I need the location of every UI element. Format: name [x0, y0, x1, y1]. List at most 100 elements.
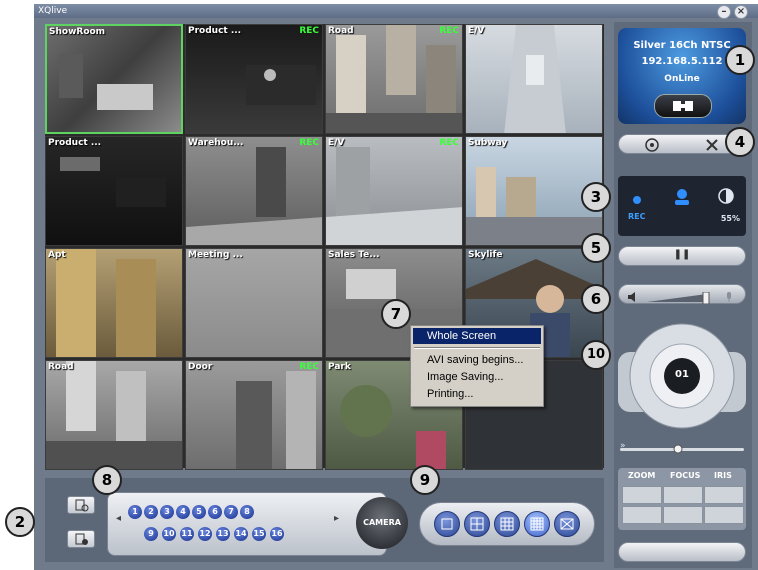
- menu-item-avi-saving[interactable]: AVI saving begins...: [413, 352, 541, 368]
- tools-icon[interactable]: [705, 137, 719, 156]
- callout-marker: 5: [581, 233, 611, 263]
- iris-open-button[interactable]: [704, 486, 744, 504]
- camera-image: [246, 65, 316, 105]
- setup-button[interactable]: [67, 530, 95, 548]
- search-playback-button[interactable]: [67, 496, 95, 514]
- camera-name: Product ...: [188, 26, 242, 36]
- camera-button[interactable]: CAMERA: [356, 497, 408, 549]
- channel-button[interactable]: 15: [252, 527, 266, 541]
- layout-icon[interactable]: [464, 511, 490, 537]
- ptz-joystick-icon[interactable]: 01: [618, 322, 746, 430]
- callout-marker: 1: [725, 45, 755, 75]
- camera-tile-7[interactable]: E/V REC: [325, 136, 463, 246]
- focus-far-button[interactable]: [663, 506, 703, 524]
- channel-button[interactable]: 11: [180, 527, 194, 541]
- device-info-panel: Silver 16Ch NTSC 192.168.5.112 OnLine: [618, 28, 746, 124]
- camera-image: [60, 157, 166, 207]
- camera-tile-5[interactable]: Product ...: [45, 136, 183, 246]
- camera-name: Product ...: [48, 138, 102, 148]
- layout-selector: [419, 502, 595, 546]
- camera-tile-1[interactable]: ShowRoom: [45, 24, 183, 134]
- camera-tile-6[interactable]: Warehou... REC: [185, 136, 323, 246]
- speaker-icon[interactable]: [627, 288, 639, 307]
- scroll-right-icon[interactable]: ▸: [334, 513, 339, 524]
- channel-button[interactable]: 1: [128, 505, 142, 519]
- channel-button[interactable]: 10: [162, 527, 176, 541]
- speed-slider[interactable]: »: [618, 438, 746, 454]
- layout-icon[interactable]: [434, 511, 460, 537]
- disk-usage-icon: [718, 188, 734, 208]
- channel-button[interactable]: 2: [144, 505, 158, 519]
- rec-indicator: REC: [299, 26, 319, 36]
- camera-image: [504, 25, 566, 133]
- menu-item-image-saving[interactable]: Image Saving...: [413, 369, 541, 385]
- camera-tile-14[interactable]: Door REC: [185, 360, 323, 470]
- channel-selector: ◂ ▸ 1 2 3 4 5 6 7 8 9 10 11 12 13 14 15 …: [107, 492, 408, 556]
- menu-item-printing[interactable]: Printing...: [413, 386, 541, 402]
- channel-button[interactable]: 8: [240, 505, 254, 519]
- connect-icon[interactable]: [654, 94, 712, 118]
- preset-bar[interactable]: [618, 542, 746, 562]
- app-window: XQlive – × ShowRoom Product ... REC Road…: [34, 4, 758, 570]
- layout-icon[interactable]: [554, 511, 580, 537]
- channel-button[interactable]: 7: [224, 505, 238, 519]
- camera-image: [236, 371, 316, 469]
- focus-label: FOCUS: [670, 471, 701, 480]
- channel-button[interactable]: 6: [208, 505, 222, 519]
- focus-near-button[interactable]: [663, 486, 703, 504]
- title-bar: XQlive – ×: [34, 4, 758, 19]
- callout-marker: 9: [410, 465, 440, 495]
- disk-usage-percent: 55%: [720, 214, 740, 223]
- callout-marker: 10: [581, 340, 611, 370]
- camera-tile-9[interactable]: Apt: [45, 248, 183, 358]
- rec-indicator: REC: [439, 26, 459, 36]
- channel-button[interactable]: 12: [198, 527, 212, 541]
- channel-button[interactable]: 16: [270, 527, 284, 541]
- zoom-in-button[interactable]: [622, 486, 662, 504]
- rec-indicator: REC: [299, 362, 319, 372]
- channel-button[interactable]: 13: [216, 527, 230, 541]
- camera-name: E/V: [328, 138, 345, 148]
- bottom-toolbar: ◂ ▸ 1 2 3 4 5 6 7 8 9 10 11 12 13 14 15 …: [45, 478, 604, 562]
- camera-image: [326, 25, 462, 133]
- layout-icon[interactable]: [494, 511, 520, 537]
- channel-button[interactable]: 3: [160, 505, 174, 519]
- iris-label: IRIS: [714, 471, 732, 480]
- status-panel: REC 55%: [618, 176, 746, 236]
- audio-bar: [618, 284, 746, 307]
- layout-icon[interactable]: [524, 511, 550, 537]
- channel-button[interactable]: 9: [144, 527, 158, 541]
- close-icon[interactable]: ×: [734, 5, 748, 19]
- user-icon: [674, 188, 690, 210]
- device-name: Silver 16Ch NTSC: [633, 40, 731, 51]
- camera-name: Sales Te...: [328, 250, 380, 260]
- camera-name: Warehou...: [188, 138, 244, 148]
- camera-tile-3[interactable]: Road REC: [325, 24, 463, 134]
- zoom-out-button[interactable]: [622, 506, 662, 524]
- channel-button[interactable]: 4: [176, 505, 190, 519]
- device-status: OnLine: [664, 74, 700, 84]
- settings-wheel-icon[interactable]: [645, 137, 659, 156]
- mic-icon[interactable]: [723, 288, 735, 307]
- camera-image: [59, 54, 153, 110]
- rec-indicator: REC: [299, 138, 319, 148]
- camera-name: Door: [188, 362, 213, 372]
- camera-tile-13[interactable]: Road: [45, 360, 183, 470]
- callout-marker: 7: [381, 299, 411, 329]
- context-menu: Whole Screen AVI saving begins... Image …: [410, 325, 544, 407]
- volume-slider-icon[interactable]: [647, 289, 711, 308]
- camera-image: [326, 147, 462, 245]
- record-status-icon: [632, 190, 642, 209]
- camera-tile-2[interactable]: Product ... REC: [185, 24, 323, 134]
- pause-button[interactable]: ❚❚: [618, 246, 746, 266]
- channel-button[interactable]: 14: [234, 527, 248, 541]
- camera-tile-4[interactable]: E/V: [465, 24, 603, 134]
- menu-divider: [414, 347, 540, 349]
- channel-button[interactable]: 5: [192, 505, 206, 519]
- camera-name: Meeting ...: [188, 250, 243, 260]
- menu-item-whole-screen[interactable]: Whole Screen: [413, 328, 541, 344]
- minimize-icon[interactable]: –: [717, 5, 731, 19]
- scroll-left-icon[interactable]: ◂: [116, 513, 121, 524]
- camera-tile-10[interactable]: Meeting ...: [185, 248, 323, 358]
- iris-close-button[interactable]: [704, 506, 744, 524]
